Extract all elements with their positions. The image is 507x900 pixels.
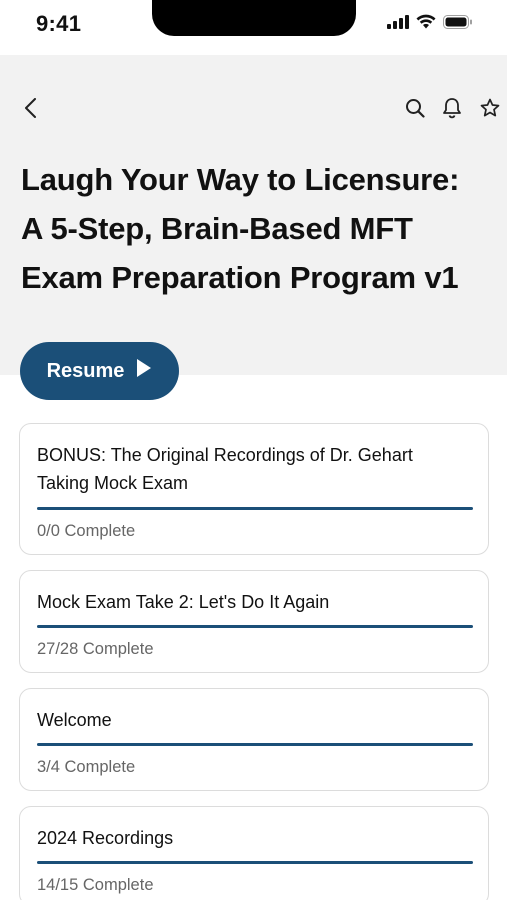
section-title-line: 2024 Recordings [37,828,174,848]
section-status: 0/0 Complete [37,522,136,540]
section-progress-bar [37,861,473,864]
section-title: Welcome [37,706,467,734]
section-title: BONUS: The Original Recordings of Dr. Ge… [37,441,467,497]
status-time: 9:41 [36,11,82,36]
section-title: Mock Exam Take 2: Let's Do It Again [37,588,467,616]
battery-icon [443,14,473,34]
section-status: 27/28 Complete [37,640,154,658]
resume-button-label: Resume [46,359,125,382]
section-card[interactable]: Mock Exam Take 2: Let's Do It Again 27/2… [19,570,489,673]
section-status: 3/4 Complete [37,758,136,776]
favorite-button[interactable] [475,95,505,125]
status-bar: 9:41 [0,0,507,55]
page-title: Laugh Your Way to Licensure: A 5-Step, B… [21,155,491,302]
section-title-line: Welcome [37,710,112,730]
section-progress-bar [37,743,473,746]
nav-bar [0,88,507,132]
search-icon [405,98,425,123]
resume-button[interactable]: Resume [20,342,179,400]
play-icon [136,358,152,384]
cellular-signal-icon [387,14,409,34]
page-title-line: Exam Preparation Program v1 [21,260,459,295]
section-status: 14/15 Complete [37,876,154,894]
device-notch [152,0,356,36]
wifi-icon [416,14,436,34]
section-progress-bar [37,625,473,628]
section-card[interactable]: BONUS: The Original Recordings of Dr. Ge… [19,423,489,555]
section-title-line: BONUS: The Original Recordings of Dr. Ge… [37,445,413,465]
page-title-line: A 5-Step, Brain-Based MFT [21,211,413,246]
section-progress-bar [37,507,473,510]
section-title: 2024 Recordings [37,824,467,852]
section-card[interactable]: Welcome 3/4 Complete [19,688,489,791]
search-button[interactable] [400,95,430,125]
section-card[interactable]: 2024 Recordings 14/15 Complete [19,806,489,900]
chevron-left-icon [24,97,38,123]
section-title-line: Taking Mock Exam [37,473,189,493]
page-title-line: Laugh Your Way to Licensure: [21,162,460,197]
section-title-line: Mock Exam Take 2: Let's Do It Again [37,592,330,612]
star-icon [480,98,500,123]
status-icons [387,14,473,34]
bell-icon [442,97,462,124]
notifications-button[interactable] [437,95,467,125]
back-button[interactable] [16,95,46,125]
